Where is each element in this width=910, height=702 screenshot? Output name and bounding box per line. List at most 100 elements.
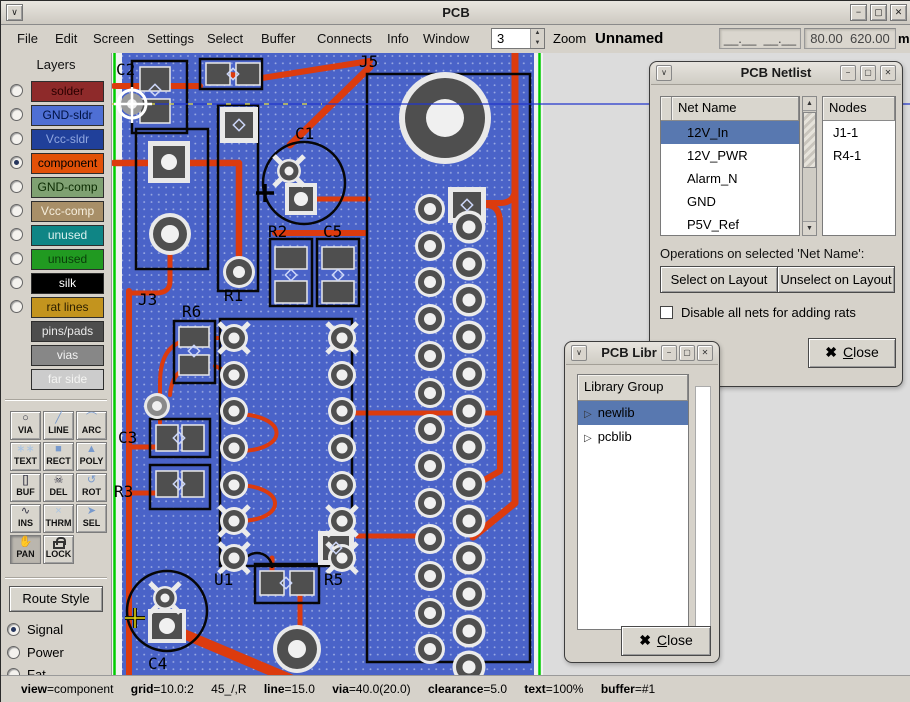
layer-radio-rat-lines[interactable]: [10, 300, 23, 313]
tool-line[interactable]: ╱LINE: [43, 411, 74, 440]
dialog-minimize-button[interactable]: −: [661, 345, 677, 361]
layer-radio-vcc-comp[interactable]: [10, 204, 23, 217]
library-row-newlib[interactable]: ▷newlib: [578, 401, 688, 425]
menu-select[interactable]: Select: [207, 31, 243, 46]
thermal-icon: ×: [55, 505, 61, 518]
tool-pan[interactable]: ✋PAN: [10, 535, 41, 564]
layer-radio-gnd-sldr[interactable]: [10, 108, 23, 121]
window-titlebar[interactable]: ∨ PCB − ▢ ✕: [1, 1, 910, 25]
layer-button-component[interactable]: component: [31, 153, 104, 174]
window-minimize-button[interactable]: −: [850, 4, 867, 21]
layer-button-vcc-sldr[interactable]: Vcc-sldr: [31, 129, 104, 150]
menu-edit[interactable]: Edit: [55, 31, 77, 46]
expander-icon[interactable]: ▷: [584, 409, 592, 420]
net-row-gnd[interactable]: GND: [661, 190, 799, 213]
route-option-signal[interactable]: Signal: [7, 621, 63, 639]
tool-sel[interactable]: ➤SEL: [76, 504, 107, 533]
scrollbar-thumb[interactable]: [803, 112, 816, 168]
menu-settings[interactable]: Settings: [147, 31, 194, 46]
disable-rats-checkbox-row[interactable]: Disable all nets for adding rats: [660, 305, 856, 320]
tool-buf[interactable]: []BUF: [10, 473, 41, 502]
menu-info[interactable]: Info: [387, 31, 409, 46]
tool-lock[interactable]: LOCK: [43, 535, 74, 564]
scroll-down-icon[interactable]: ▼: [803, 221, 816, 235]
layer-button-gnd-sldr[interactable]: GND-sldr: [31, 105, 104, 126]
layer-radio-unused1[interactable]: [10, 228, 23, 241]
layer-button-vias[interactable]: vias: [31, 345, 104, 366]
layer-button-unused2[interactable]: unused: [31, 249, 104, 270]
layer-row-solder: solder: [1, 81, 111, 103]
net-name-column-header[interactable]: Net Name: [672, 97, 799, 120]
net-name-list[interactable]: Net Name 12V_In 12V_PWR Alarm_N GND P5V_…: [660, 96, 800, 236]
netlist-close-button[interactable]: ✖Close: [808, 338, 896, 368]
layers-title: Layers: [1, 57, 111, 72]
tool-thrm[interactable]: ×THRM: [43, 504, 74, 533]
spin-down-icon[interactable]: ▼: [531, 39, 544, 49]
dialog-minimize-button[interactable]: −: [840, 65, 856, 81]
disable-rats-checkbox[interactable]: [660, 306, 673, 319]
tool-del[interactable]: ☠DEL: [43, 473, 74, 502]
layer-button-pins-pads[interactable]: pins/pads: [31, 321, 104, 342]
tool-rect[interactable]: ■RECT: [43, 442, 74, 471]
net-row-p5v-ref[interactable]: P5V_Ref: [661, 213, 799, 236]
select-on-layout-button[interactable]: Select on Layout: [660, 266, 778, 293]
dialog-maximize-button[interactable]: ▢: [679, 345, 695, 361]
node-row-r4-1[interactable]: R4-1: [823, 144, 895, 167]
route-option-power[interactable]: Power: [7, 644, 64, 662]
tool-poly[interactable]: ▲POLY: [76, 442, 107, 471]
layer-button-far-side[interactable]: far side: [31, 369, 104, 390]
layer-button-rat-lines[interactable]: rat lines: [31, 297, 104, 318]
library-dialog-titlebar[interactable]: ∨ PCB Libr − ▢ ✕: [566, 342, 718, 365]
tool-text[interactable]: ∗∗TEXT: [10, 442, 41, 471]
layer-button-solder[interactable]: solder: [31, 81, 104, 102]
dialog-maximize-button[interactable]: ▢: [860, 65, 876, 81]
library-scroll-area[interactable]: [695, 386, 711, 630]
expander-icon[interactable]: ▷: [584, 433, 592, 444]
netlist-scrollbar[interactable]: ▲ ▼: [802, 96, 817, 236]
unselect-on-layout-button[interactable]: Unselect on Layout: [777, 266, 895, 293]
layer-radio-component[interactable]: [10, 156, 23, 169]
zoom-value[interactable]: 3: [492, 29, 530, 48]
buffer-icon: []: [22, 474, 28, 487]
route-style-button[interactable]: Route Style: [9, 586, 103, 612]
layer-radio-gnd-comp[interactable]: [10, 180, 23, 193]
window-close-button[interactable]: ✕: [890, 4, 907, 21]
layer-button-silk[interactable]: silk: [31, 273, 104, 294]
spin-up-icon[interactable]: ▲: [531, 29, 544, 39]
menu-buffer[interactable]: Buffer: [261, 31, 295, 46]
scroll-up-icon[interactable]: ▲: [803, 97, 816, 111]
menu-file[interactable]: File: [17, 31, 38, 46]
node-row-j1-1[interactable]: J1-1: [823, 121, 895, 144]
dialog-close-button[interactable]: ✕: [697, 345, 713, 361]
layer-button-vcc-comp[interactable]: Vcc-comp: [31, 201, 104, 222]
layer-radio-silk[interactable]: [10, 276, 23, 289]
layer-button-unused1[interactable]: unused: [31, 225, 104, 246]
layer-radio-unused2[interactable]: [10, 252, 23, 265]
menu-connects[interactable]: Connects: [317, 31, 372, 46]
library-close-button[interactable]: ✖Close: [621, 626, 711, 656]
library-group-list[interactable]: Library Group ▷newlib ▷pcblib: [577, 374, 689, 630]
window-maximize-button[interactable]: ▢: [870, 4, 887, 21]
layer-radio-solder[interactable]: [10, 84, 23, 97]
zoom-spinner[interactable]: 3 ▲ ▼: [491, 28, 545, 49]
tool-arc[interactable]: ⌒ARC: [76, 411, 107, 440]
library-row-pcblib[interactable]: ▷pcblib: [578, 425, 688, 449]
netlist-dialog-titlebar[interactable]: ∨ PCB Netlist − ▢ ✕: [651, 62, 901, 85]
net-row-alarm-n[interactable]: Alarm_N: [661, 167, 799, 190]
net-row-12v-in[interactable]: 12V_In: [661, 121, 799, 144]
dialog-close-button[interactable]: ✕: [880, 65, 896, 81]
tool-via[interactable]: ○VIA: [10, 411, 41, 440]
nodes-column-header[interactable]: Nodes: [823, 97, 895, 120]
tool-rot[interactable]: ↺ROT: [76, 473, 107, 502]
library-group-header[interactable]: Library Group: [578, 375, 688, 400]
menu-window[interactable]: Window: [423, 31, 469, 46]
layer-button-gnd-comp[interactable]: GND-comp: [31, 177, 104, 198]
menu-screen[interactable]: Screen: [93, 31, 134, 46]
nodes-list[interactable]: Nodes J1-1 R4-1: [822, 96, 896, 236]
net-row-12v-pwr[interactable]: 12V_PWR: [661, 144, 799, 167]
layer-radio-vcc-sldr[interactable]: [10, 132, 23, 145]
tool-ins[interactable]: ∿INS: [10, 504, 41, 533]
component-label: R5: [324, 570, 343, 589]
window-title: PCB: [1, 5, 910, 20]
component-label: C5: [323, 222, 342, 241]
